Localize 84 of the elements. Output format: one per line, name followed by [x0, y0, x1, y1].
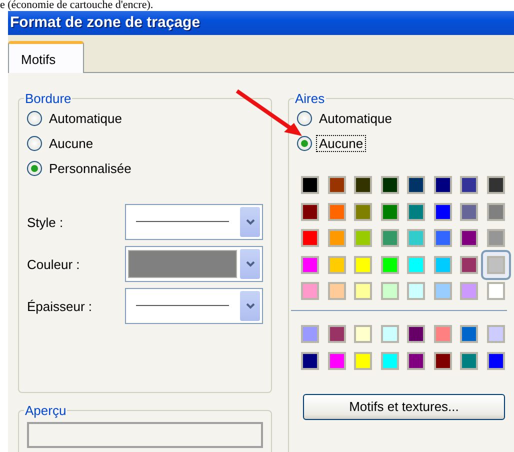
color-swatch[interactable] — [434, 282, 452, 300]
color-swatch[interactable] — [301, 229, 319, 247]
color-swatch[interactable] — [301, 325, 319, 343]
color-swatch[interactable] — [434, 352, 452, 370]
color-swatch[interactable] — [328, 229, 346, 247]
color-swatch[interactable] — [486, 325, 504, 343]
color-swatch[interactable] — [460, 229, 478, 247]
color-swatch[interactable] — [407, 256, 425, 274]
color-swatch[interactable] — [434, 256, 452, 274]
color-swatch[interactable] — [328, 256, 346, 274]
color-swatch[interactable] — [407, 176, 425, 194]
radio-label: Automatique — [318, 110, 393, 127]
radio-button[interactable] — [27, 111, 42, 126]
field-label: Épaisseur : — [27, 298, 94, 314]
color-swatch[interactable] — [460, 176, 478, 194]
color-swatch[interactable] — [434, 176, 452, 194]
color-swatch[interactable] — [354, 325, 372, 343]
radio-label: Automatique — [48, 110, 123, 127]
radio-button[interactable] — [297, 111, 312, 126]
color-swatch[interactable] — [460, 352, 478, 370]
chevron-down-icon — [246, 219, 254, 225]
color-swatch[interactable] — [328, 202, 346, 220]
color-swatch[interactable] — [301, 282, 319, 300]
color-swatch[interactable] — [301, 176, 319, 194]
color-swatch[interactable] — [354, 352, 372, 370]
color-swatch[interactable] — [460, 282, 478, 300]
color-swatch[interactable] — [486, 176, 504, 194]
color-swatch[interactable] — [407, 352, 425, 370]
radio-label: Personnalisée — [48, 160, 132, 177]
color-swatch[interactable] — [380, 256, 398, 274]
color-swatch[interactable] — [301, 202, 319, 220]
tab[interactable]: Motifs — [8, 41, 84, 73]
radio-button[interactable] — [27, 136, 42, 151]
color-swatch[interactable] — [328, 282, 346, 300]
chevron-down-icon — [246, 303, 254, 309]
color-swatch[interactable] — [380, 202, 398, 220]
color-swatch[interactable] — [407, 229, 425, 247]
color-swatch[interactable] — [328, 325, 346, 343]
radio-label: Aucune — [48, 135, 94, 152]
group-legend: Aperçu — [24, 403, 68, 418]
color-swatch[interactable] — [486, 352, 504, 370]
color-swatch[interactable] — [486, 229, 504, 247]
color-swatch[interactable] — [407, 202, 425, 220]
patterns-button[interactable]: Motifs et textures... — [303, 394, 505, 420]
color-swatch[interactable] — [434, 229, 452, 247]
field-label: Style : — [27, 214, 64, 230]
color-swatch[interactable] — [301, 352, 319, 370]
color-swatch[interactable] — [380, 325, 398, 343]
dropdown[interactable] — [125, 288, 263, 324]
dropdown-button[interactable] — [240, 207, 260, 237]
color-swatch[interactable] — [354, 282, 372, 300]
color-swatch[interactable] — [460, 256, 478, 274]
group-legend: Aires — [294, 91, 326, 106]
chevron-down-icon — [246, 261, 254, 267]
color-swatch[interactable] — [354, 176, 372, 194]
color-swatch[interactable] — [328, 352, 346, 370]
color-swatch[interactable] — [380, 282, 398, 300]
group-legend: Bordure — [24, 91, 72, 106]
radio-button[interactable] — [27, 161, 42, 176]
color-swatch[interactable] — [407, 325, 425, 343]
window-title: Format de zone de traçage — [8, 11, 514, 35]
color-swatch[interactable] — [434, 325, 452, 343]
color-swatch[interactable] — [354, 256, 372, 274]
color-swatch[interactable] — [380, 176, 398, 194]
color-swatch[interactable] — [354, 229, 372, 247]
color-swatch[interactable] — [407, 282, 425, 300]
radio-label: Aucune — [316, 135, 366, 152]
dropdown[interactable] — [125, 246, 263, 282]
color-swatch[interactable] — [328, 176, 346, 194]
dropdown[interactable] — [125, 204, 263, 240]
dropdown-button[interactable] — [240, 291, 260, 321]
color-swatch[interactable] — [486, 202, 504, 220]
color-swatch[interactable] — [460, 325, 478, 343]
color-swatch[interactable] — [380, 229, 398, 247]
radio-button[interactable] — [297, 136, 312, 151]
color-swatch[interactable] — [434, 202, 452, 220]
color-swatch[interactable] — [354, 202, 372, 220]
color-swatch[interactable] — [460, 202, 478, 220]
color-swatch[interactable] — [301, 256, 319, 274]
dropdown-button[interactable] — [240, 249, 260, 279]
field-label: Couleur : — [27, 256, 81, 272]
color-swatch[interactable] — [486, 282, 504, 300]
color-swatch[interactable] — [380, 352, 398, 370]
caption-text: e (économie de cartouche d'encre). — [0, 0, 154, 11]
